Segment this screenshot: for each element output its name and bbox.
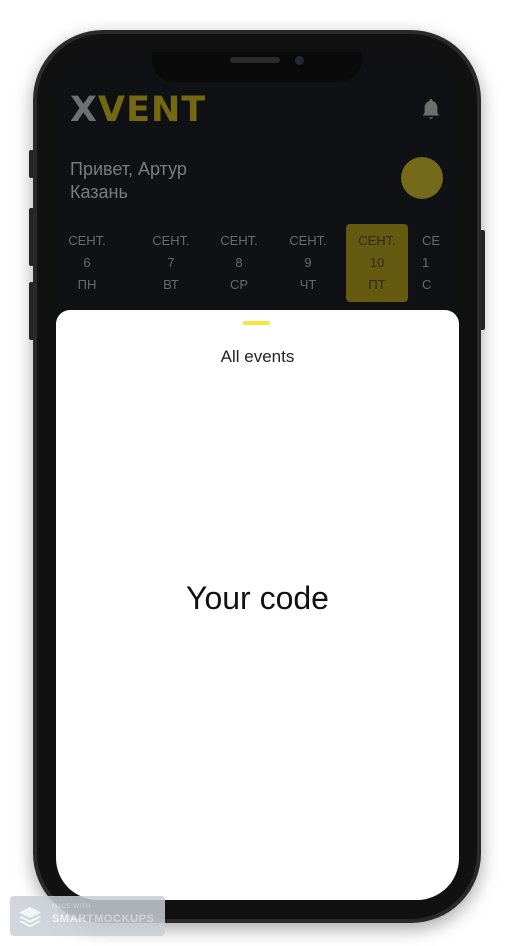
sheet-title: All events bbox=[220, 347, 295, 366]
bottom-sheet: All events Your code bbox=[56, 310, 459, 900]
date-item[interactable]: СЕНТ. 8 СР bbox=[208, 224, 270, 302]
date-picker: СЕНТ. 6 ПН СЕНТ. 7 ВТ СЕНТ. 8 СР СЕНТ. 9… bbox=[56, 224, 459, 304]
date-number: 9 bbox=[304, 255, 312, 270]
city-text[interactable]: Казань bbox=[70, 181, 187, 204]
watermark: MADE WITH SMARTMOCKUPS bbox=[10, 896, 165, 936]
date-number: 8 bbox=[235, 255, 243, 270]
date-number: 1 bbox=[422, 255, 430, 270]
bell-icon[interactable] bbox=[420, 98, 442, 122]
app-header: XVENT Привет, Артур Казань СЕНТ. 6 ПН СЕ… bbox=[56, 52, 459, 322]
user-greeting: Привет, Артур Казань bbox=[70, 158, 187, 204]
date-item[interactable]: СЕ 1 С bbox=[422, 224, 446, 302]
sheet-drag-handle[interactable] bbox=[243, 321, 270, 325]
date-weekday: С bbox=[422, 277, 432, 292]
phone-notch bbox=[152, 52, 362, 82]
date-weekday: ВТ bbox=[163, 277, 179, 292]
logo-rest: VENT bbox=[98, 90, 207, 130]
date-item[interactable]: СЕНТ. 9 ЧТ bbox=[277, 224, 339, 302]
front-camera bbox=[295, 56, 304, 65]
date-number: 10 bbox=[369, 255, 385, 270]
layers-icon bbox=[19, 907, 41, 928]
date-item[interactable]: СЕНТ. 6 ПН bbox=[56, 224, 118, 302]
date-weekday: ПТ bbox=[368, 277, 386, 292]
date-weekday: ЧТ bbox=[299, 277, 317, 292]
logo-x: X bbox=[70, 90, 98, 130]
placeholder-text: Your code bbox=[186, 580, 329, 616]
date-month: СЕНТ. bbox=[68, 233, 106, 248]
date-item-selected[interactable]: СЕНТ. 10 ПТ bbox=[346, 224, 408, 302]
date-month: СЕНТ. bbox=[152, 233, 190, 248]
date-weekday: СР bbox=[229, 277, 249, 292]
app-logo: XVENT bbox=[70, 90, 206, 130]
date-month: СЕНТ. bbox=[289, 233, 327, 248]
speaker-grill bbox=[230, 57, 280, 63]
date-weekday: ПН bbox=[77, 277, 97, 292]
avatar[interactable] bbox=[401, 157, 443, 199]
watermark-text: SMARTMOCKUPS bbox=[52, 913, 155, 925]
app-screen: XVENT Привет, Артур Казань СЕНТ. 6 ПН СЕ… bbox=[56, 52, 459, 900]
date-number: 6 bbox=[83, 255, 91, 270]
date-month: СЕНТ. bbox=[358, 233, 396, 248]
greeting-text: Привет, Артур bbox=[70, 159, 187, 179]
watermark-small-text: MADE WITH bbox=[52, 904, 91, 910]
date-item[interactable]: СЕНТ. 7 ВТ bbox=[140, 224, 202, 302]
date-month: СЕНТ. bbox=[220, 233, 258, 248]
date-number: 7 bbox=[167, 255, 175, 270]
date-month: СЕ bbox=[422, 233, 441, 248]
